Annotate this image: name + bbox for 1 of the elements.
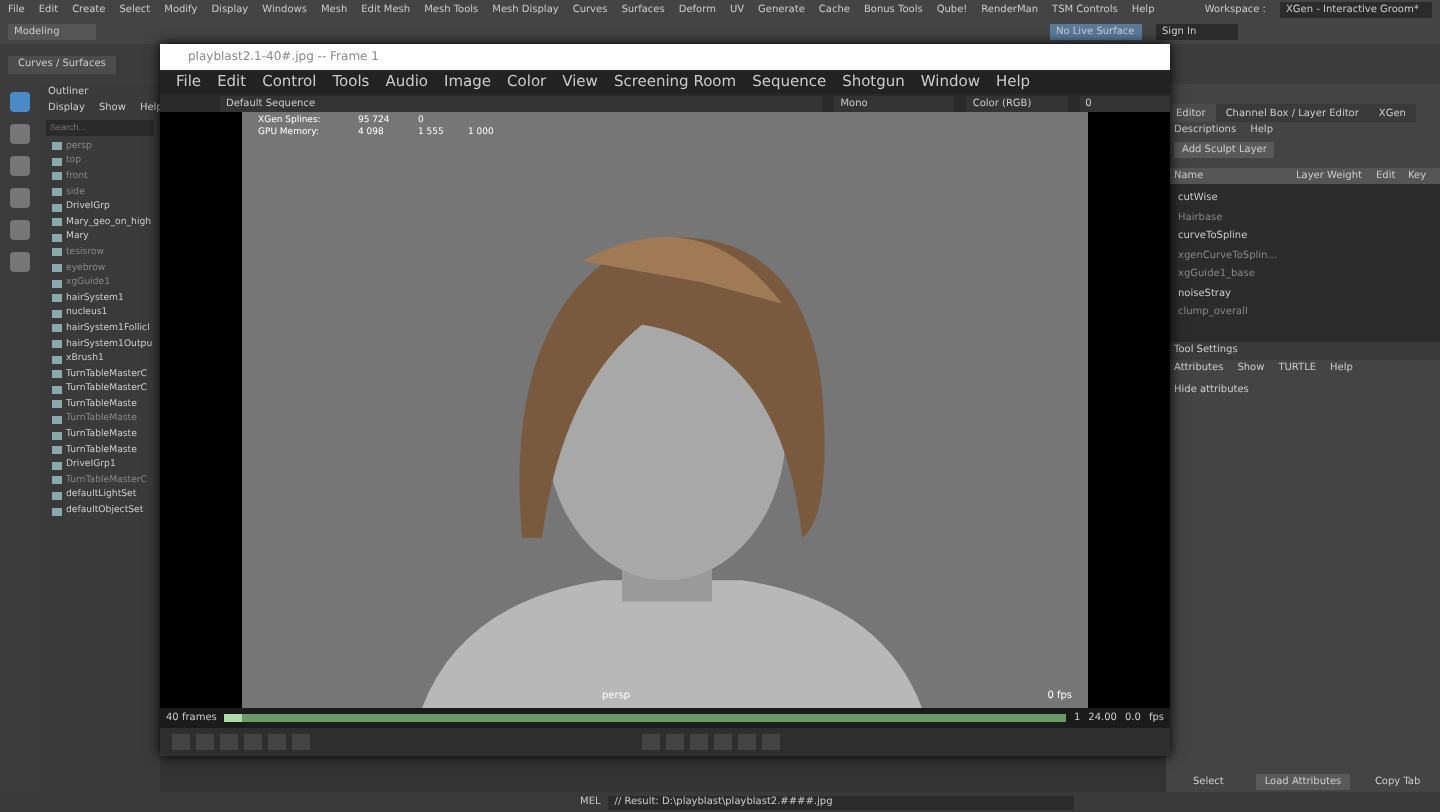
- timeline-track[interactable]: [224, 714, 1066, 722]
